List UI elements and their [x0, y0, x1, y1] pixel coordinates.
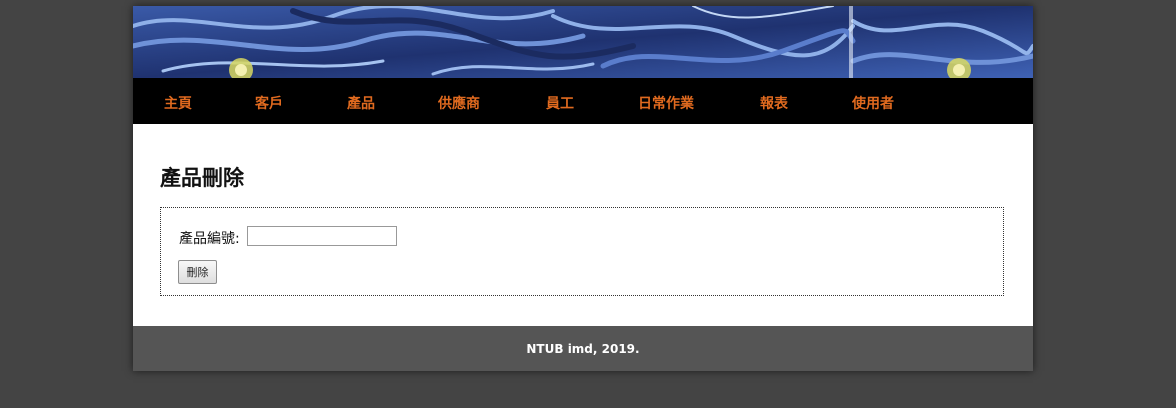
- main-content: 產品刪除 產品編號: 刪除: [133, 124, 1033, 326]
- nav-item-products[interactable]: 產品: [347, 93, 375, 113]
- nav-item-reports[interactable]: 報表: [760, 93, 788, 113]
- nav-item-customers[interactable]: 客戶: [255, 93, 283, 113]
- footer: NTUB imd, 2019.: [133, 326, 1033, 371]
- nav-item-users[interactable]: 使用者: [852, 93, 894, 113]
- nav-item-suppliers[interactable]: 供應商: [438, 93, 480, 113]
- product-id-input[interactable]: [247, 226, 397, 246]
- nav-item-daily-operations[interactable]: 日常作業: [638, 93, 694, 113]
- footer-copyright: NTUB imd, 2019.: [526, 341, 640, 356]
- page-container: 主頁 客戶 產品 供應商 員工 日常作業 報表 使用者 產品刪除 產品編號: 刪…: [133, 6, 1033, 371]
- page-title: 產品刪除: [160, 166, 244, 190]
- delete-button[interactable]: 刪除: [178, 260, 217, 284]
- delete-form: 產品編號: 刪除: [160, 207, 1004, 296]
- nav-item-employees[interactable]: 員工: [546, 93, 574, 113]
- product-id-label: 產品編號:: [179, 231, 240, 247]
- header-banner-image: [133, 6, 1033, 78]
- nav-item-home[interactable]: 主頁: [164, 93, 192, 113]
